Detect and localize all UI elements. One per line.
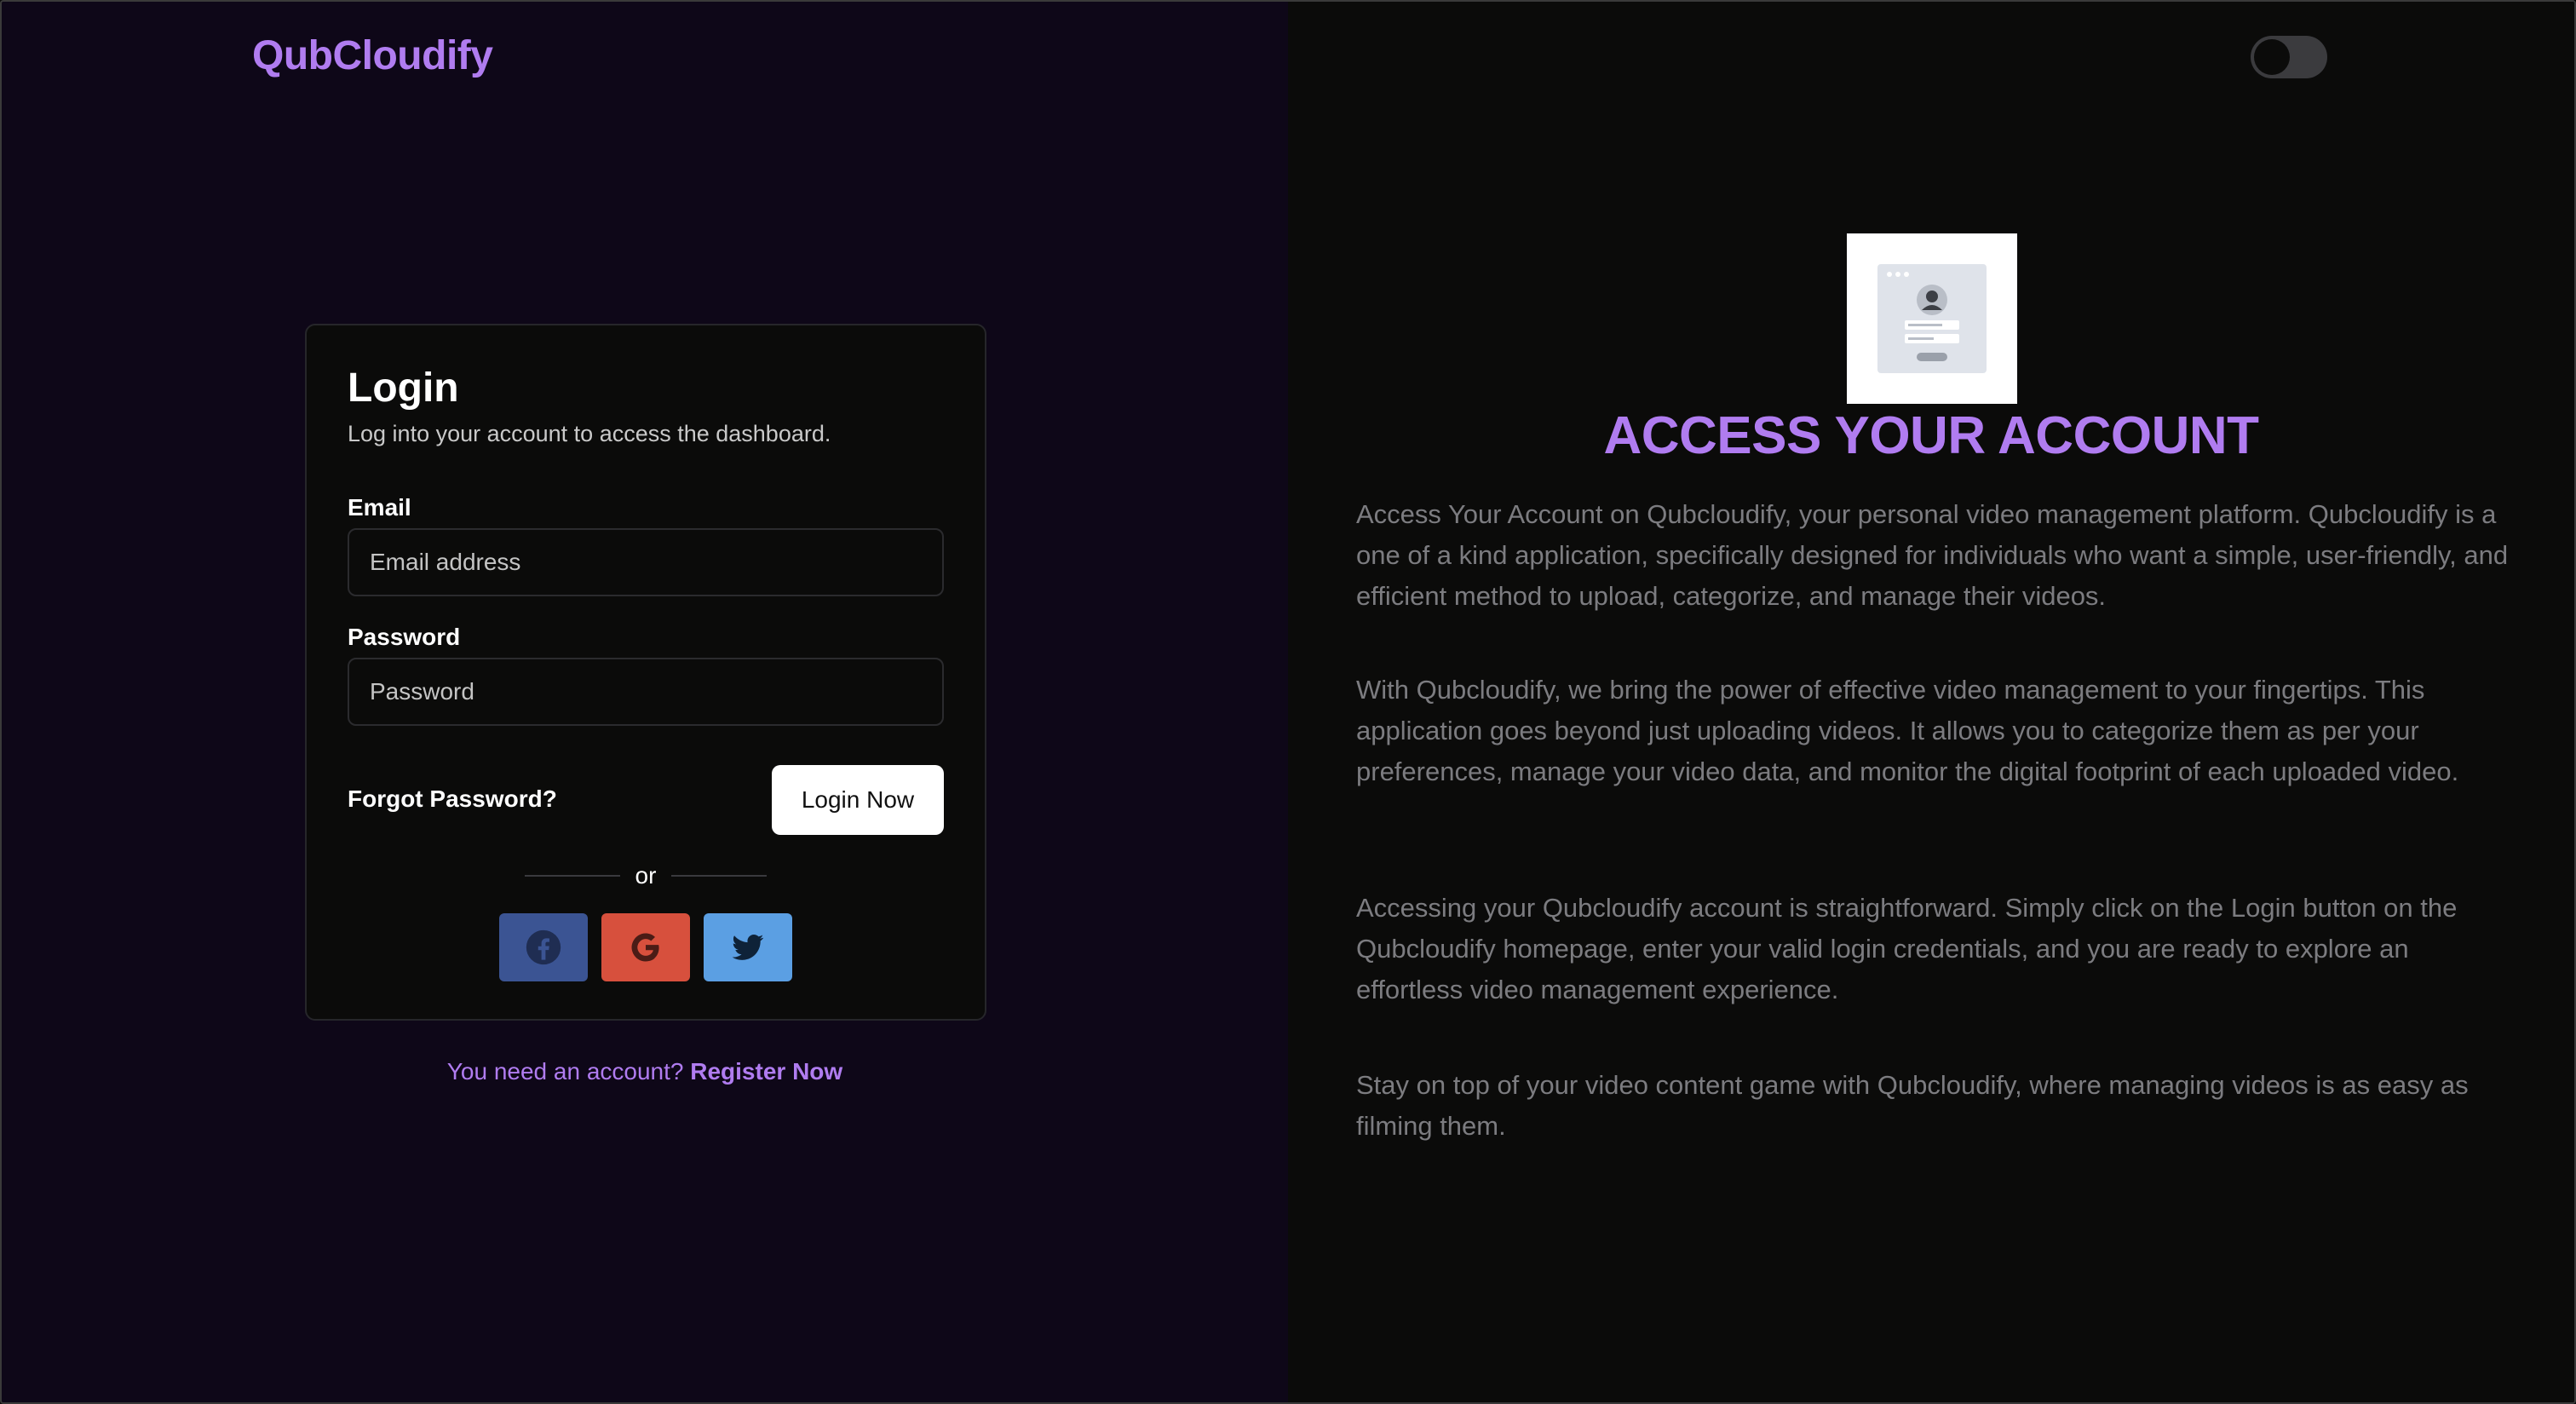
email-label: Email [348, 494, 411, 521]
info-panel: ACCESS YOUR ACCOUNT Access Your Account … [1288, 2, 2574, 1402]
login-illustration-icon [1877, 264, 1987, 373]
password-field[interactable] [348, 658, 944, 726]
facebook-icon [526, 929, 561, 965]
info-paragraph-4: Stay on top of your video content game w… [1356, 1070, 2469, 1141]
info-paragraph-3: Accessing your Qubcloudify account is st… [1356, 893, 2458, 1004]
password-label: Password [348, 624, 461, 650]
brand-logo[interactable]: QubCloudify [252, 32, 493, 79]
divider-text: or [635, 862, 657, 889]
account-illustration [1847, 233, 2017, 404]
login-title: Login [348, 365, 459, 411]
google-login-button[interactable] [601, 913, 690, 981]
register-question: You need an account? [446, 1058, 684, 1085]
login-subtitle: Log into your account to access the dash… [348, 421, 831, 446]
register-prompt: You need an account? Register Now [2, 1058, 1288, 1085]
login-card: Login Log into your account to access th… [305, 324, 986, 1021]
facebook-login-button[interactable] [499, 913, 588, 981]
google-icon [631, 933, 659, 962]
email-field[interactable] [348, 528, 944, 596]
divider-line-right [671, 875, 767, 877]
login-button[interactable]: Login Now [772, 765, 944, 835]
forgot-password-link[interactable]: Forgot Password? [348, 785, 557, 813]
divider-line-left [525, 875, 620, 877]
info-title: ACCESS YOUR ACCOUNT [1603, 406, 2259, 465]
twitter-icon [732, 934, 764, 960]
twitter-login-button[interactable] [704, 913, 792, 981]
app-window: QubCloudify Login Log into your account … [0, 0, 2576, 1404]
theme-toggle[interactable] [2251, 36, 2327, 78]
toggle-knob [2254, 39, 2290, 75]
info-paragraph-2: With Qubcloudify, we bring the power of … [1356, 675, 2459, 786]
or-divider: or [525, 859, 767, 893]
info-paragraph-1: Access Your Account on Qubcloudify, your… [1356, 499, 2509, 611]
login-panel: QubCloudify Login Log into your account … [2, 2, 1288, 1402]
register-link[interactable]: Register Now [690, 1058, 842, 1085]
social-login-group [499, 913, 792, 981]
